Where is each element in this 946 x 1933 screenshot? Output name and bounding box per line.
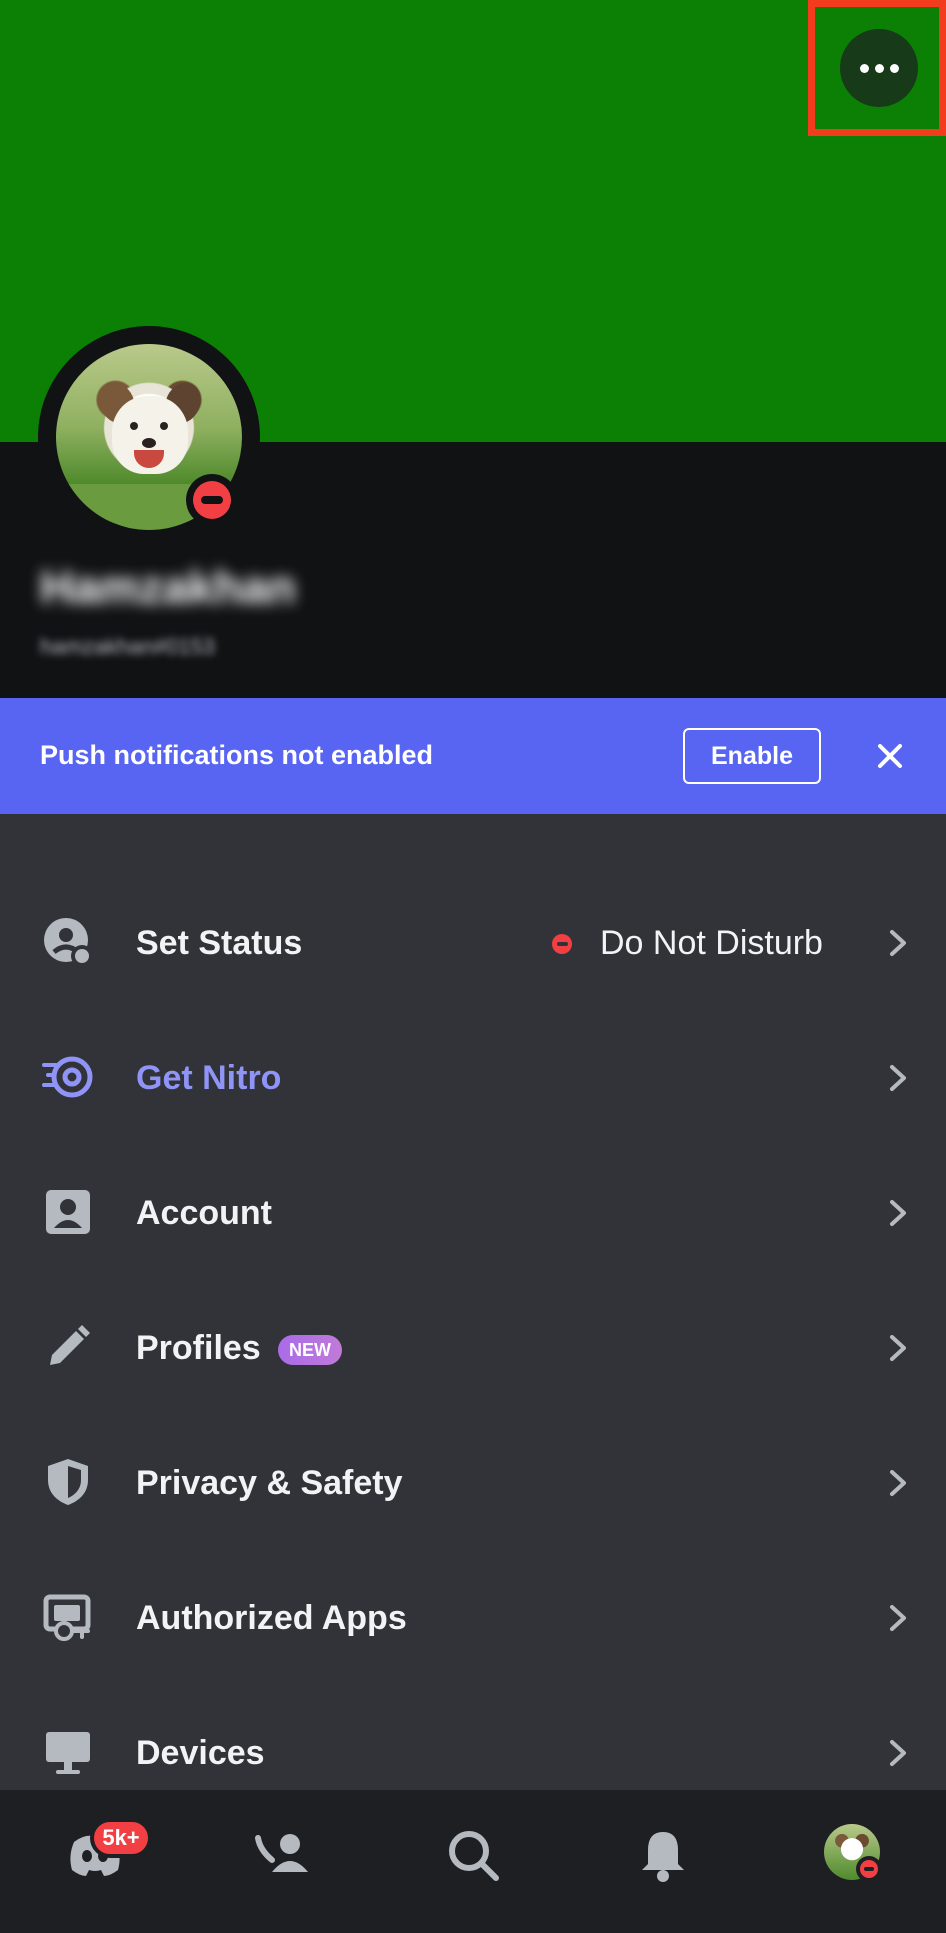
chevron-right-icon [890, 1605, 906, 1631]
settings-item-authorized-apps[interactable]: Authorized Apps [0, 1561, 946, 1673]
enable-notifications-button[interactable]: Enable [683, 728, 821, 784]
chevron-right-icon [890, 1065, 906, 1091]
chevron-right-icon [890, 1740, 906, 1766]
dnd-status-bar [556, 942, 568, 946]
close-icon[interactable] [870, 736, 910, 776]
settings-item-profiles[interactable]: Profiles NEW [0, 1291, 946, 1403]
settings-item-label: Profiles [136, 1329, 261, 1367]
dnd-status-bar [201, 496, 223, 504]
settings-item-label: Set Status [136, 924, 303, 962]
dnd-status-icon [186, 474, 238, 526]
nitro-icon [42, 1056, 93, 1098]
account-icon [46, 1190, 90, 1234]
bottom-navigation [0, 1790, 946, 1933]
chevron-right-icon [890, 1200, 906, 1226]
shield-icon [48, 1459, 88, 1505]
bell-icon[interactable] [628, 1820, 698, 1890]
avatar-detail [130, 422, 138, 430]
avatar-detail [142, 438, 156, 448]
dnd-status-icon [552, 934, 572, 954]
dnd-status-icon [856, 1856, 882, 1882]
search-icon[interactable] [438, 1820, 508, 1890]
settings-item-label: Devices [136, 1734, 265, 1772]
avatar-detail [160, 422, 168, 430]
settings-item-get-nitro[interactable]: Get Nitro [0, 1021, 946, 1133]
display-name: Hamzakhan [40, 561, 296, 613]
monitor-icon [46, 1732, 90, 1774]
authorized-apps-icon [43, 1594, 91, 1641]
new-badge: NEW [278, 1335, 342, 1365]
settings-item-account[interactable]: Account [0, 1156, 946, 1268]
settings-item-label: Get Nitro [136, 1059, 282, 1097]
highlight-annotation [808, 0, 946, 136]
username: hamzakhan#0153 [40, 634, 215, 659]
status-value: Do Not Disturb [600, 924, 823, 962]
chevron-right-icon [890, 930, 906, 956]
push-notifications-text: Push notifications not enabled [40, 740, 434, 770]
push-notifications-banner: Push notifications not enabled Enable [0, 698, 946, 814]
settings-item-privacy-safety[interactable]: Privacy & Safety [0, 1426, 946, 1538]
dnd-status-dot [193, 481, 231, 519]
settings-item-set-status[interactable]: Set Status Do Not Disturb [0, 886, 946, 998]
dnd-status-dot [860, 1860, 878, 1878]
unread-count-badge: 5k+ [90, 1818, 152, 1858]
chevron-right-icon [890, 1335, 906, 1361]
friends-icon[interactable] [250, 1820, 320, 1890]
settings-item-label: Privacy & Safety [136, 1464, 403, 1502]
pencil-icon [50, 1325, 90, 1365]
dnd-status-bar [864, 1867, 874, 1871]
settings-item-label: Account [136, 1194, 272, 1232]
chevron-right-icon [890, 1470, 906, 1496]
status-icon [44, 918, 93, 967]
settings-item-label: Authorized Apps [136, 1599, 407, 1637]
